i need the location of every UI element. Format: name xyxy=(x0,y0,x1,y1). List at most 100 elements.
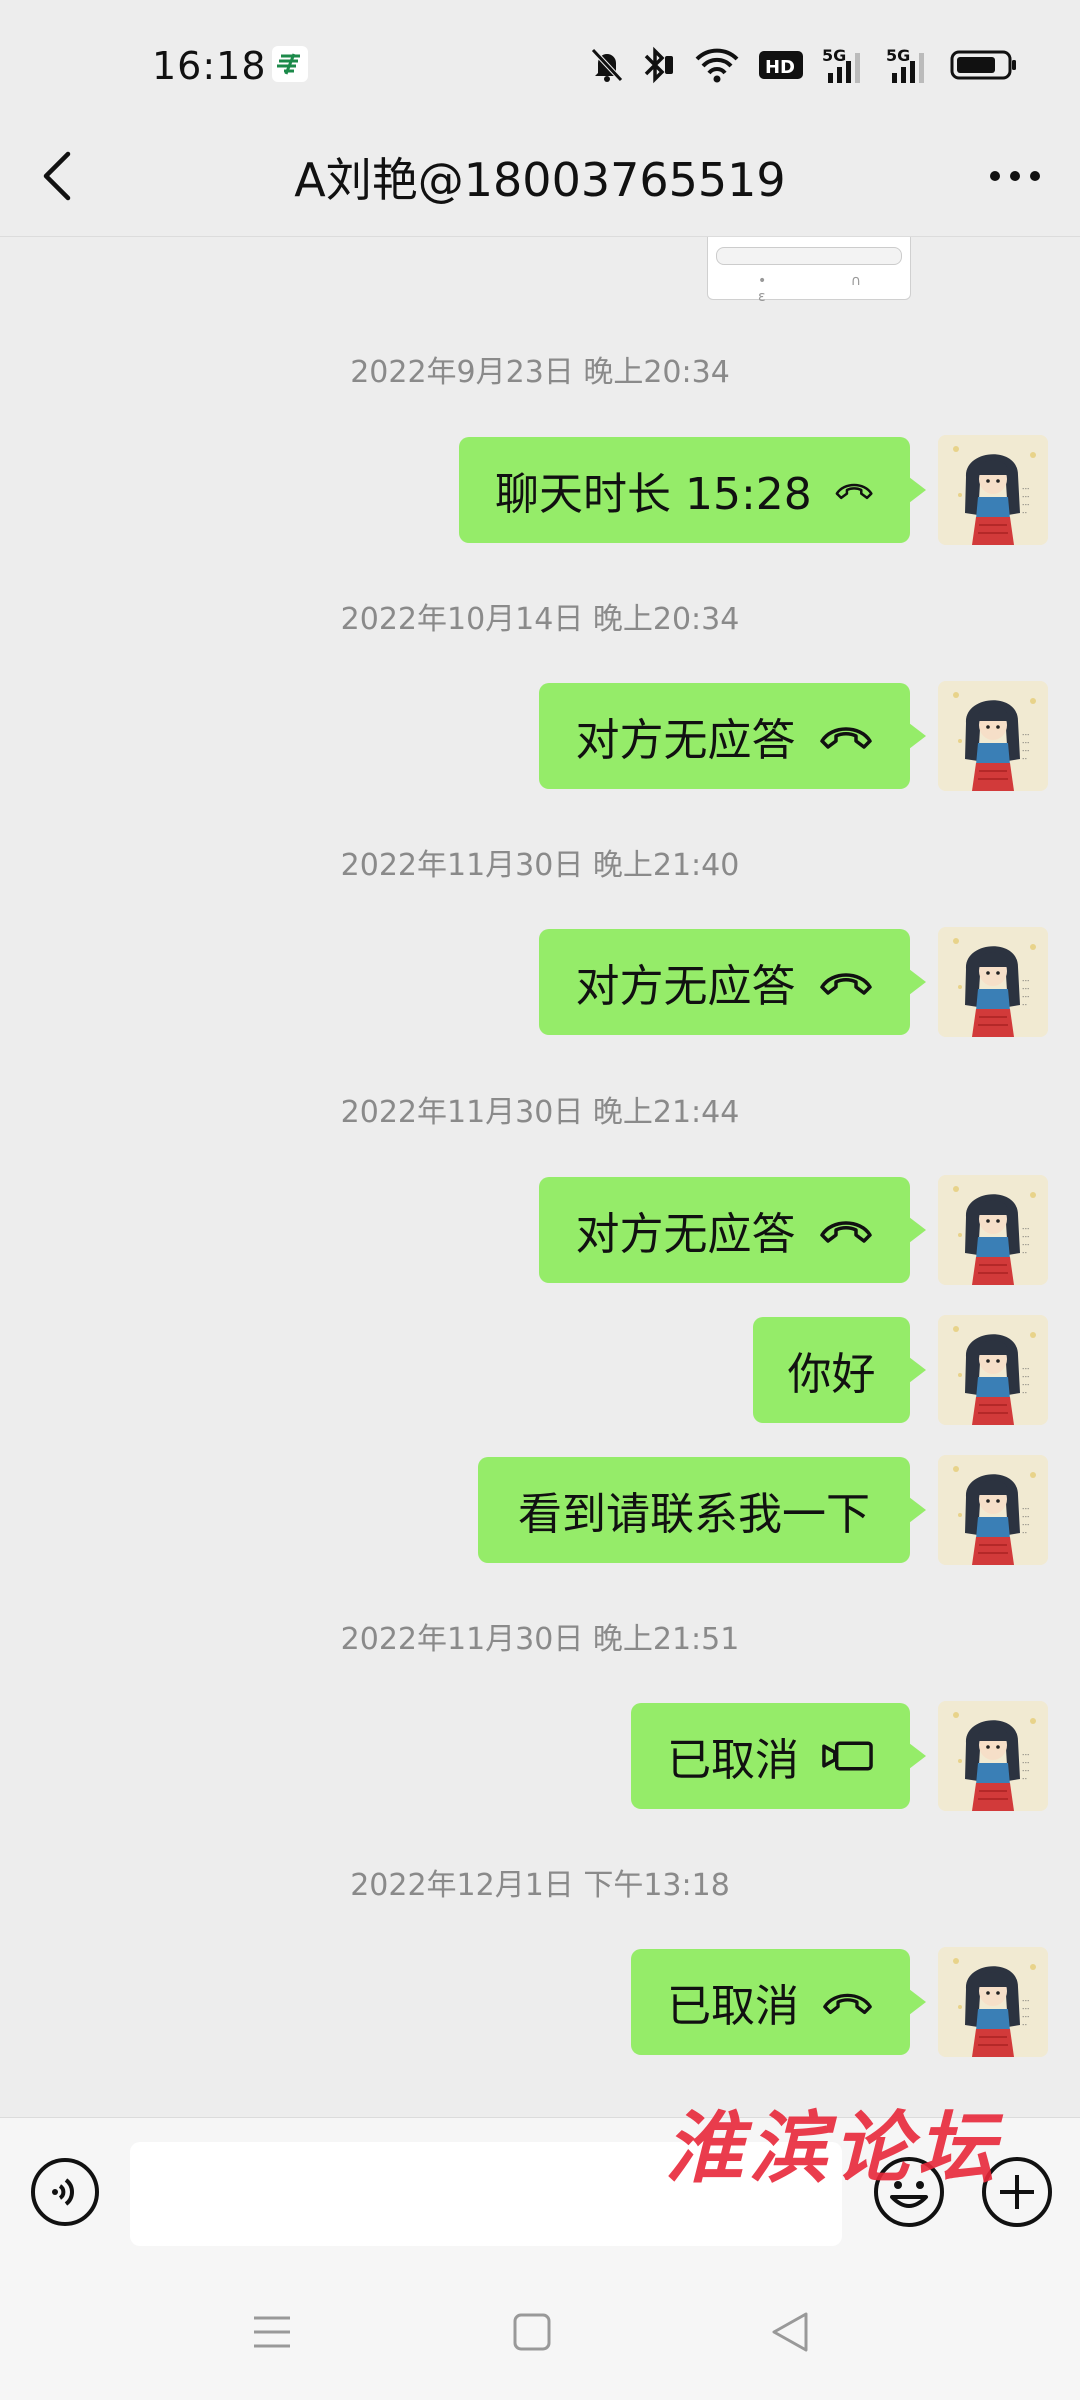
message-row: 对方无应答 ⁃⁃⁃ ⁃⁃⁃ ⁃⁃⁃ ⁃⁃ xyxy=(0,1175,1080,1285)
svg-text:⁃⁃⁃: ⁃⁃⁃ xyxy=(1022,1999,1030,2005)
svg-text:⁃⁃⁃: ⁃⁃⁃ xyxy=(1022,1243,1030,1249)
signal-5g-icon: 5G xyxy=(886,46,924,83)
svg-text:⁃⁃⁃: ⁃⁃⁃ xyxy=(1022,749,1030,755)
battery-icon xyxy=(950,50,1016,80)
mute-bell-icon xyxy=(591,48,623,82)
svg-text:⁃⁃⁃: ⁃⁃⁃ xyxy=(1022,741,1030,747)
svg-text:⁃⁃⁃: ⁃⁃⁃ xyxy=(1022,487,1030,493)
message-text: 你好 xyxy=(787,1349,876,1400)
status-time: 16:18 xyxy=(152,44,267,88)
message-bubble[interactable]: 你好 xyxy=(753,1317,926,1423)
message-timestamp: 2022年10月14日 晚上20:34 xyxy=(340,602,740,637)
message-bubble[interactable]: 对方无应答 xyxy=(539,1177,926,1283)
message-timestamp: 2022年11月30日 晚上21:51 xyxy=(340,1622,740,1657)
phone-hangup-icon xyxy=(823,1993,872,2015)
message-text: 已取消 xyxy=(667,1981,799,2032)
message-text: 看到请联系我一下 xyxy=(518,1489,870,1540)
svg-text:⁃⁃⁃: ⁃⁃⁃ xyxy=(1022,733,1030,739)
avatar[interactable]: ⁃⁃⁃ ⁃⁃⁃ ⁃⁃⁃ ⁃⁃ xyxy=(938,1455,1048,1565)
message-timestamp: 2022年11月30日 晚上21:40 xyxy=(340,848,740,883)
avatar[interactable]: ⁃⁃⁃ ⁃⁃⁃ ⁃⁃⁃ ⁃⁃ xyxy=(938,681,1048,791)
china-post-icon xyxy=(272,46,308,82)
svg-text:⁃⁃: ⁃⁃ xyxy=(1022,2023,1027,2029)
svg-text:⁃⁃⁃: ⁃⁃⁃ xyxy=(1022,1769,1030,1775)
svg-text:⁃⁃: ⁃⁃ xyxy=(1022,1531,1027,1537)
avatar[interactable]: ⁃⁃⁃ ⁃⁃⁃ ⁃⁃⁃ ⁃⁃ xyxy=(938,1947,1048,2057)
hd-icon: HD xyxy=(759,51,803,79)
message-timestamp: 2022年12月1日 下午13:18 xyxy=(350,1868,730,1903)
message-row: 对方无应答 ⁃⁃⁃ ⁃⁃⁃ ⁃⁃⁃ ⁃⁃ xyxy=(0,681,1080,791)
phone-hangup-icon xyxy=(819,1221,872,1243)
signal-5g-icon: 5G xyxy=(822,46,860,83)
message-timestamp: 2022年9月23日 晚上20:34 xyxy=(350,355,730,390)
message-row: 已取消 ⁃⁃⁃ ⁃⁃⁃ ⁃⁃⁃ ⁃⁃ xyxy=(0,1701,1080,1811)
status-icons: HD 5G 5G xyxy=(590,40,1018,90)
chat-title: A刘艳@18003765519 xyxy=(294,153,786,207)
message-text: 对方无应答 xyxy=(575,715,796,766)
phone-hangup-icon xyxy=(819,973,872,995)
svg-text:⁃⁃: ⁃⁃ xyxy=(1022,1391,1027,1397)
svg-text:⁃⁃⁃: ⁃⁃⁃ xyxy=(1022,1375,1030,1381)
message-bubble[interactable]: 已取消 xyxy=(631,1703,926,1809)
menu-icon[interactable] xyxy=(250,2310,294,2354)
svg-text:⁃⁃⁃: ⁃⁃⁃ xyxy=(1022,1235,1030,1241)
message-row: 对方无应答 ⁃⁃⁃ ⁃⁃⁃ ⁃⁃⁃ ⁃⁃ xyxy=(0,927,1080,1037)
message-bubble[interactable]: 对方无应答 xyxy=(539,929,926,1035)
message-text: 对方无应答 xyxy=(575,1209,796,1260)
message-text: 对方无应答 xyxy=(575,961,796,1012)
phone-hangup-icon xyxy=(835,483,873,500)
avatar[interactable]: ⁃⁃⁃ ⁃⁃⁃ ⁃⁃⁃ ⁃⁃ xyxy=(938,1701,1048,1811)
svg-text:⁃⁃⁃: ⁃⁃⁃ xyxy=(1022,979,1030,985)
svg-text:⁃⁃: ⁃⁃ xyxy=(1022,1003,1027,1009)
message-bubble[interactable]: 已取消 xyxy=(631,1949,926,2055)
voice-input-icon[interactable] xyxy=(30,2157,100,2227)
svg-text:⁃⁃⁃: ⁃⁃⁃ xyxy=(1022,995,1030,1001)
message-bubble[interactable]: 对方无应答 xyxy=(539,683,926,789)
message-timestamp: 2022年11月30日 晚上21:44 xyxy=(340,1095,740,1130)
avatar[interactable]: ⁃⁃⁃ ⁃⁃⁃ ⁃⁃⁃ ⁃⁃ xyxy=(938,1175,1048,1285)
svg-text:5G: 5G xyxy=(886,46,910,65)
message-row: 聊天时长 15:28 ⁃⁃⁃ ⁃⁃⁃ ⁃⁃⁃ ⁃⁃ xyxy=(0,435,1080,545)
more-dots-icon[interactable] xyxy=(980,148,1050,204)
phone-hangup-icon xyxy=(819,727,872,749)
message-text: 已取消 xyxy=(667,1735,799,1786)
message-row: 你好 ⁃⁃⁃ ⁃⁃⁃ ⁃⁃⁃ ⁃⁃ xyxy=(0,1315,1080,1425)
avatar[interactable]: ⁃⁃⁃ ⁃⁃⁃ ⁃⁃⁃ ⁃⁃ xyxy=(938,927,1048,1037)
message-row: 看到请联系我一下 ⁃⁃⁃ ⁃⁃⁃ ⁃⁃⁃ ⁃⁃ xyxy=(0,1455,1080,1565)
message-row: 已取消 ⁃⁃⁃ ⁃⁃⁃ ⁃⁃⁃ ⁃⁃ xyxy=(0,1947,1080,2057)
svg-text:⁃⁃: ⁃⁃ xyxy=(1022,511,1027,517)
back-triangle-icon[interactable] xyxy=(768,2308,812,2356)
message-text: 聊天时长 15:28 xyxy=(495,469,812,520)
svg-text:⁃⁃⁃: ⁃⁃⁃ xyxy=(1022,495,1030,501)
avatar[interactable]: ⁃⁃⁃ ⁃⁃⁃ ⁃⁃⁃ ⁃⁃ xyxy=(938,435,1048,545)
svg-text:⁃⁃⁃: ⁃⁃⁃ xyxy=(1022,1507,1030,1513)
svg-text:⁃⁃⁃: ⁃⁃⁃ xyxy=(1022,987,1030,993)
message-bubble[interactable]: 看到请联系我一下 xyxy=(478,1457,926,1563)
svg-text:HD: HD xyxy=(765,57,795,78)
system-nav-bar xyxy=(0,2270,1080,2400)
message-bubble[interactable]: 聊天时长 15:28 xyxy=(459,437,926,543)
avatar[interactable]: ⁃⁃⁃ ⁃⁃⁃ ⁃⁃⁃ ⁃⁃ xyxy=(938,1315,1048,1425)
svg-text:⁃⁃⁃: ⁃⁃⁃ xyxy=(1022,1515,1030,1521)
svg-text:⁃⁃⁃: ⁃⁃⁃ xyxy=(1022,1753,1030,1759)
svg-text:⁃⁃⁃: ⁃⁃⁃ xyxy=(1022,1761,1030,1767)
home-icon[interactable] xyxy=(510,2310,554,2354)
svg-text:⁃⁃: ⁃⁃ xyxy=(1022,1777,1027,1783)
status-bar: 16:18 HD 5G 5G xyxy=(0,0,1080,135)
chat-header: A刘艳@18003765519 xyxy=(0,118,1080,236)
video-call-icon xyxy=(822,1741,873,1771)
svg-text:⁃⁃⁃: ⁃⁃⁃ xyxy=(1022,2007,1030,2013)
wifi-icon xyxy=(695,48,739,83)
image-message-thumbnail[interactable]: • ∩ ε xyxy=(707,237,911,305)
svg-text:⁃⁃⁃: ⁃⁃⁃ xyxy=(1022,1227,1030,1233)
watermark: 淮滨论坛 xyxy=(665,2103,1002,2194)
svg-text:⁃⁃⁃: ⁃⁃⁃ xyxy=(1022,1523,1030,1529)
chat-area[interactable]: • ∩ ε 2022年9月23日 晚上20:34 聊天时长 15:28 ⁃⁃⁃ ⁃… xyxy=(0,237,1080,2117)
svg-text:⁃⁃⁃: ⁃⁃⁃ xyxy=(1022,1367,1030,1373)
svg-text:⁃⁃⁃: ⁃⁃⁃ xyxy=(1022,2015,1030,2021)
svg-text:⁃⁃: ⁃⁃ xyxy=(1022,757,1027,763)
svg-text:⁃⁃: ⁃⁃ xyxy=(1022,1251,1027,1257)
bluetooth-icon xyxy=(644,46,673,84)
svg-text:⁃⁃⁃: ⁃⁃⁃ xyxy=(1022,1383,1030,1389)
svg-text:5G: 5G xyxy=(822,46,846,65)
